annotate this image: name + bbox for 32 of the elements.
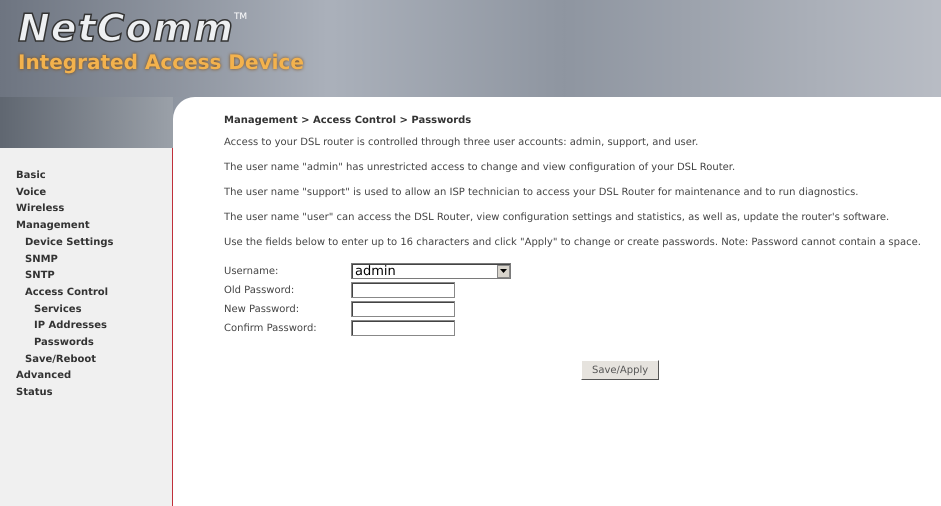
sidebar-item[interactable]: IP Addresses [16,318,172,336]
sidebar-item[interactable]: Access Control [16,284,172,302]
trademark: TM [234,12,248,22]
sidebar-item[interactable]: Wireless [16,201,172,218]
description-text: The user name "support" is used to allow an ISP technician to access your DSL Router for maintenance and to run diagnostics. [224,186,860,200]
description-text: The user name "admin" has unrestricted access to change and view configuration of your DSL Router. [224,161,736,175]
breadcrumb: Management > Access Control > Passwords [224,114,472,128]
field-label: Confirm Password: [224,322,318,334]
sidebar-item[interactable]: Advanced [16,368,172,386]
sidebar-item[interactable]: Basic [16,168,172,185]
logo: NetComm [18,8,234,48]
field-label: New Password: [224,304,300,314]
sidebar-item[interactable]: Status [16,385,172,402]
sidebar-item[interactable]: Management [16,218,172,235]
description-text: The user name "user" can access the DSL Router, view configuration settings and statistics, as well as, update the router's software. [224,211,890,225]
sidebar-item[interactable]: Passwords [16,335,172,352]
sidebar-item[interactable]: Save/Reboot [16,352,172,368]
field-label: Old Password: [224,284,296,296]
description-text: Use the fields below to enter up to 16 characters and click "Apply" to change or create passwords. Note: Password cannot contain a space. [224,236,922,250]
sidebar-item[interactable]: SNTP [16,268,172,285]
username-select[interactable]: admin [351,263,511,279]
sidebar-item[interactable]: SNMP [16,252,172,268]
sidebar-item[interactable]: Device Settings [16,234,172,252]
field-label: Username: [224,266,280,276]
password-field[interactable] [351,301,455,317]
save-apply-button[interactable]: Save/Apply [581,360,660,380]
description-text: Access to your DSL router is controlled through three user accounts: admin, support, and user. [224,136,700,150]
password-field[interactable] [351,282,455,298]
product-title: Integrated Access Device [18,50,305,74]
sidebar-item[interactable]: Voice [16,184,172,202]
sidebar-item[interactable]: Services [16,302,172,318]
password-field[interactable] [351,320,455,336]
